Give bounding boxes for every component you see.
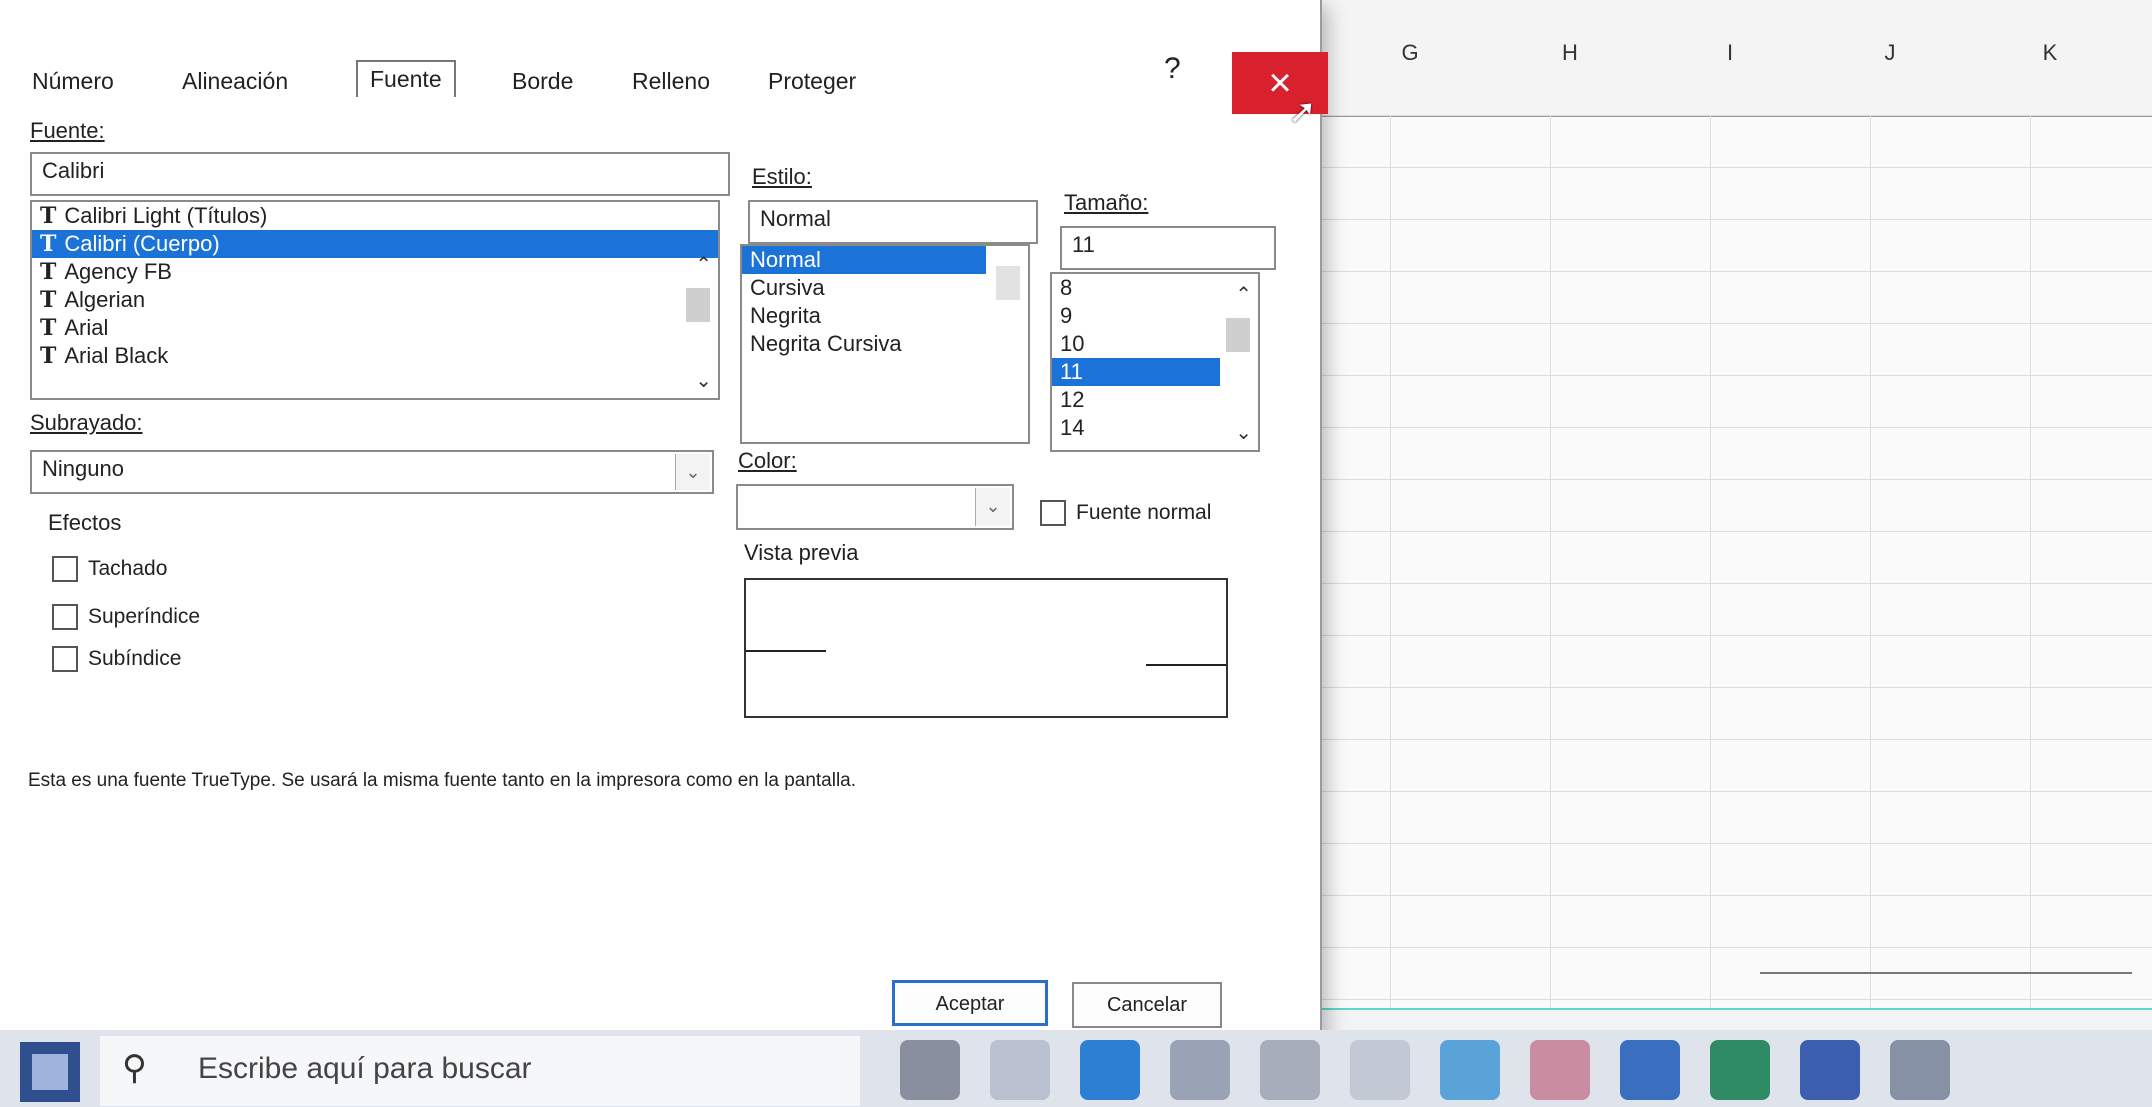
list-item[interactable]: T Calibri (Cuerpo): [32, 230, 718, 258]
app-icon[interactable]: [1890, 1040, 1950, 1100]
start-button[interactable]: [20, 1042, 80, 1102]
size-input[interactable]: 11: [1060, 226, 1276, 270]
format-cells-dialog: Número Alineación Fuente Borde Relleno P…: [0, 0, 1328, 1052]
list-item[interactable]: T Agency FB: [32, 258, 718, 286]
strikethrough-label: Tachado: [88, 557, 168, 580]
list-item[interactable]: Cursiva: [742, 274, 1028, 302]
scroll-thumb[interactable]: [686, 288, 710, 322]
truetype-icon: T: [40, 231, 57, 257]
tab-alineacion[interactable]: Alineación: [170, 64, 300, 99]
list-item[interactable]: Negrita: [742, 302, 1028, 330]
preview-baseline-right: [1146, 664, 1226, 666]
column-header-i[interactable]: I: [1650, 40, 1810, 66]
windows-icon: [32, 1054, 68, 1090]
style-input[interactable]: Normal: [748, 200, 1038, 244]
truetype-icon: T: [40, 287, 57, 313]
column-header-k[interactable]: K: [1970, 40, 2130, 66]
normal-font-checkbox[interactable]: Fuente normal: [1040, 500, 1211, 526]
column-header-row: E F G H I J K: [1103, 0, 2152, 117]
font-name-input[interactable]: Calibri: [30, 152, 730, 196]
file-explorer-icon[interactable]: [1170, 1040, 1230, 1100]
settings-icon[interactable]: [1260, 1040, 1320, 1100]
app-icon[interactable]: [1530, 1040, 1590, 1100]
column-header-j[interactable]: J: [1810, 40, 1970, 66]
scroll-down-icon[interactable]: ⌄: [1235, 420, 1252, 445]
tab-proteger[interactable]: Proteger: [756, 64, 868, 99]
truetype-icon: T: [40, 343, 57, 369]
edge-icon[interactable]: [1080, 1040, 1140, 1100]
help-button[interactable]: ?: [1164, 52, 1181, 86]
accept-button[interactable]: Aceptar: [892, 980, 1048, 1026]
size-list[interactable]: 8 9 10 11 12 14 ⌃ ⌄: [1050, 272, 1260, 452]
preview-baseline-left: [746, 650, 826, 652]
underline-select[interactable]: Ninguno ⌄: [30, 450, 714, 494]
scroll-down-icon[interactable]: ⌄: [695, 368, 712, 393]
column-header-g[interactable]: G: [1330, 40, 1490, 66]
chevron-down-icon[interactable]: ⌄: [975, 488, 1010, 526]
app-icon[interactable]: [1440, 1040, 1500, 1100]
preview-box: [744, 578, 1228, 718]
scroll-thumb[interactable]: [996, 266, 1020, 300]
normal-font-label: Fuente normal: [1076, 501, 1212, 524]
column-header-h[interactable]: H: [1490, 40, 1650, 66]
style-list[interactable]: Normal Cursiva Negrita Negrita Cursiva: [740, 244, 1030, 444]
underline-select-value: Ninguno: [42, 456, 124, 481]
truetype-icon: T: [40, 259, 57, 285]
taskbar: ⚲ Escribe aquí para buscar: [0, 1030, 2152, 1107]
checkbox-box[interactable]: [52, 604, 78, 630]
chevron-down-icon[interactable]: ⌄: [675, 454, 710, 490]
scroll-up-icon[interactable]: ⌃: [695, 252, 712, 277]
strikethrough-checkbox[interactable]: Tachado: [52, 556, 167, 582]
search-placeholder: Escribe aquí para buscar: [198, 1052, 532, 1085]
list-item[interactable]: Normal: [742, 246, 986, 274]
tab-relleno[interactable]: Relleno: [620, 64, 722, 99]
tab-borde[interactable]: Borde: [500, 64, 585, 99]
task-view-icon[interactable]: [900, 1040, 960, 1100]
color-label: Color:: [738, 448, 797, 473]
taskbar-search[interactable]: ⚲ Escribe aquí para buscar: [100, 1036, 860, 1106]
style-label: Estilo:: [752, 164, 812, 189]
list-item[interactable]: T Arial: [32, 314, 718, 342]
font-label: Fuente:: [30, 118, 105, 143]
app-icon[interactable]: [1350, 1040, 1410, 1100]
truetype-icon: T: [40, 315, 57, 341]
effects-label: Efectos: [48, 510, 122, 535]
subscript-checkbox[interactable]: Subíndice: [52, 646, 181, 672]
list-item[interactable]: Negrita Cursiva: [742, 330, 1028, 358]
widgets-icon[interactable]: [990, 1040, 1050, 1100]
preview-label: Vista previa: [744, 540, 859, 565]
list-item[interactable]: T Algerian: [32, 286, 718, 314]
font-list[interactable]: T Calibri Light (Títulos) T Calibri (Cuerp…: [30, 200, 720, 400]
list-item[interactable]: 12: [1052, 386, 1258, 414]
checkbox-box[interactable]: [52, 556, 78, 582]
list-item[interactable]: 14: [1052, 414, 1258, 442]
truetype-icon: T: [40, 203, 57, 229]
horizontal-scrollbar[interactable]: [1760, 972, 2132, 984]
underline-label: Subrayado:: [30, 410, 143, 435]
checkbox-box[interactable]: [1040, 500, 1066, 526]
excel-icon[interactable]: [1710, 1040, 1770, 1100]
word-icon[interactable]: [1800, 1040, 1860, 1100]
color-select[interactable]: ⌄: [736, 484, 1014, 530]
scroll-up-icon[interactable]: ⌃: [1235, 282, 1252, 307]
status-bar: [1230, 1008, 2152, 1010]
subscript-label: Subíndice: [88, 647, 182, 670]
tab-numero[interactable]: Número: [20, 64, 126, 99]
truetype-info-text: Esta es una fuente TrueType. Se usará la…: [28, 770, 857, 791]
list-item[interactable]: T Arial Black: [32, 342, 718, 370]
cancel-button[interactable]: Cancelar: [1072, 982, 1222, 1028]
cell-grid[interactable]: [1230, 115, 2152, 1010]
superscript-checkbox[interactable]: Superíndice: [52, 604, 200, 630]
size-label: Tamaño:: [1064, 190, 1149, 215]
app-icon[interactable]: [1620, 1040, 1680, 1100]
mouse-cursor-icon: ➚: [1288, 93, 1317, 131]
scroll-thumb[interactable]: [1226, 318, 1250, 352]
list-item[interactable]: 8: [1052, 274, 1258, 302]
search-icon: ⚲: [122, 1049, 147, 1087]
list-item[interactable]: T Calibri Light (Títulos): [32, 202, 718, 230]
tab-fuente[interactable]: Fuente: [356, 60, 456, 97]
superscript-label: Superíndice: [88, 605, 201, 628]
list-item[interactable]: 11: [1052, 358, 1220, 386]
checkbox-box[interactable]: [52, 646, 78, 672]
